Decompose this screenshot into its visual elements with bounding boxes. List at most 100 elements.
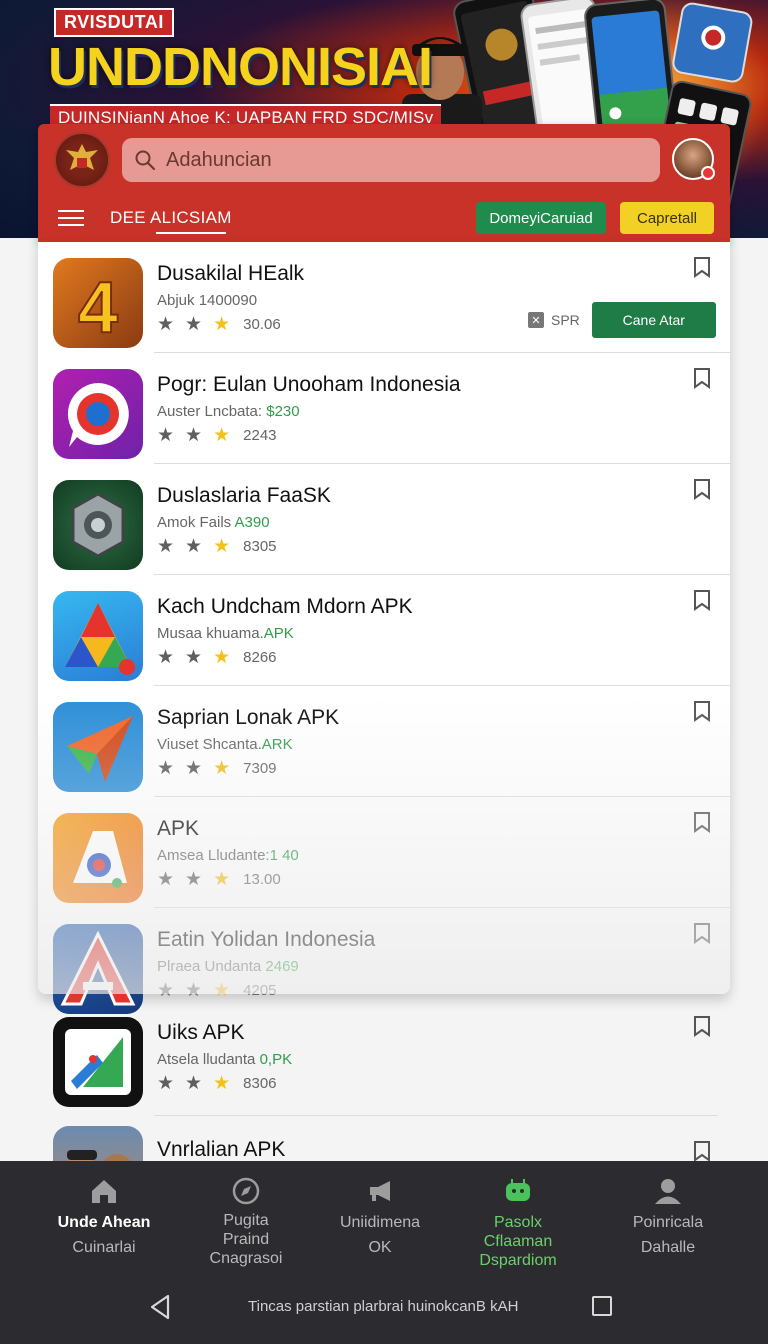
search-bar[interactable]: [122, 138, 660, 182]
app-name[interactable]: Uiks APK: [157, 1021, 245, 1045]
nav-item-profile[interactable]: Poinricala Dahalle: [598, 1161, 738, 1279]
back-triangle-icon[interactable]: [148, 1293, 172, 1321]
rating-value: 4205: [243, 981, 277, 999]
app-subtitle: Atsela lludanta 0,PK: [157, 1051, 293, 1068]
app-icon-triangle: [53, 591, 143, 681]
header-menu-row: DEE ALICSIAM DomeyiCaruiad Capretall: [38, 198, 730, 240]
list-item[interactable]: Uiks APK Atsela lludanta 0,PK ★ ★ ★ 8306: [38, 1001, 730, 1116]
rating-value: 2243: [243, 426, 277, 444]
star-icon: ★: [185, 868, 203, 890]
avatar[interactable]: [672, 138, 715, 180]
star-icon: ★: [157, 757, 175, 779]
star-icon: ★: [213, 1072, 231, 1094]
app-name[interactable]: Duslaslaria FaaSK: [157, 484, 331, 508]
cane-atar-button[interactable]: Cane Atar: [591, 302, 716, 338]
bookmark-icon[interactable]: [692, 1015, 712, 1037]
list-item[interactable]: Kach Undcham Mdorn APK Musaa khuama.APK …: [38, 575, 730, 686]
section-title[interactable]: DEE ALICSIAM: [110, 208, 232, 234]
row-actions: ✕ SPR Cane Atar: [528, 302, 716, 338]
svg-text:4: 4: [78, 268, 118, 348]
star-icon: ★: [185, 757, 203, 779]
app-name[interactable]: Eatin Yolidan Indonesia: [157, 928, 375, 952]
app-name[interactable]: Pogr: Eulan Unooham Indonesia: [157, 373, 461, 397]
star-icon: ★: [213, 868, 231, 890]
rating-value: 13.00: [243, 870, 281, 888]
star-icon: ★: [157, 313, 175, 335]
app-icon-a-bubble: [53, 813, 143, 903]
app-icon-paper-plane: [53, 702, 143, 792]
rating-value: 8305: [243, 537, 277, 555]
star-icon: ★: [185, 979, 203, 1001]
app-icon-green-shape: [53, 1017, 143, 1107]
star-icon: ★: [213, 313, 231, 335]
android-icon: [506, 1179, 530, 1201]
home-icon: [92, 1180, 116, 1203]
app-list: 4 Dusakilal HEalk Abjuk 1400090 ★ ★ ★ 30.06…: [38, 242, 730, 1014]
search-input[interactable]: [166, 148, 626, 172]
hamburger-menu-icon[interactable]: [58, 210, 84, 228]
star-icon: ★: [213, 757, 231, 779]
app-name[interactable]: APK: [157, 817, 199, 841]
app-subtitle: Amok Fails A390: [157, 514, 270, 531]
garuda-logo[interactable]: [54, 132, 110, 188]
app-name[interactable]: Vnrlalian APK: [157, 1138, 285, 1162]
app-header: DEE ALICSIAM DomeyiCaruiad Capretall: [38, 124, 730, 242]
bookmark-icon[interactable]: [692, 811, 712, 833]
star-icon: ★: [157, 535, 175, 557]
star-rating: ★ ★ ★ 13.00: [157, 869, 281, 889]
star-icon: ★: [185, 1072, 203, 1094]
bookmark-icon[interactable]: [692, 700, 712, 722]
app-icon-4: 4: [53, 258, 143, 348]
nav-item-explore[interactable]: Pugita Praind Cnagrasoi: [176, 1161, 316, 1279]
app-subtitle: Abjuk 1400090: [157, 292, 258, 309]
rating-value: 30.06: [243, 315, 281, 333]
app-subtitle: Auster Lncbata: $230: [157, 403, 300, 420]
list-item[interactable]: Saprian Lonak APK Viuset Shcanta.ARK ★ ★ ★…: [38, 686, 730, 797]
search-icon: [135, 150, 156, 171]
bookmark-icon[interactable]: [692, 589, 712, 611]
person-icon: [655, 1179, 681, 1204]
system-navigation-bar: Tincas parstian plarbrai huinokcanB kAH: [0, 1279, 768, 1344]
nav-item-home[interactable]: Unde Ahean Cuinarlai: [34, 1161, 174, 1279]
notification-dot: [701, 166, 715, 180]
list-item[interactable]: 4 Dusakilal HEalk Abjuk 1400090 ★ ★ ★ 30.06…: [38, 242, 730, 353]
app-name[interactable]: Kach Undcham Mdorn APK: [157, 595, 413, 619]
star-icon: ★: [213, 646, 231, 668]
bookmark-icon[interactable]: [692, 367, 712, 389]
rating-value: 8266: [243, 648, 277, 666]
rating-value: 8306: [243, 1074, 277, 1092]
app-subtitle: Plraea Undanta 2469: [157, 958, 299, 975]
nav-item-apps[interactable]: Pasolx Cflaaman Dspardiom: [448, 1161, 588, 1279]
bookmark-icon[interactable]: [692, 256, 712, 278]
star-icon: ★: [157, 868, 175, 890]
system-bar-text: Tincas parstian plarbrai huinokcanB kAH: [248, 1298, 519, 1315]
banner-tag: RVISDUTAI: [54, 8, 174, 37]
bookmark-icon[interactable]: [692, 1140, 712, 1162]
spr-label: ✕ SPR: [528, 312, 580, 328]
close-box-icon: ✕: [528, 312, 544, 328]
megaphone-icon: [370, 1181, 390, 1201]
list-item[interactable]: APK Amsea Lludante:1 40 ★ ★ ★ 13.00: [38, 797, 730, 908]
yellow-header-button[interactable]: Capretall: [620, 202, 714, 234]
bookmark-icon[interactable]: [692, 922, 712, 944]
app-subtitle: Amsea Lludante:1 40: [157, 847, 299, 864]
star-icon: ★: [213, 424, 231, 446]
nav-item-announcements[interactable]: Uniidimena OK: [310, 1161, 450, 1279]
compass-icon: [232, 1177, 260, 1205]
app-name[interactable]: Saprian Lonak APK: [157, 706, 339, 730]
star-icon: ★: [157, 1072, 175, 1094]
green-header-button[interactable]: DomeyiCaruiad: [476, 202, 606, 234]
banner-title: UNDDNONISIAI: [48, 37, 433, 97]
star-icon: ★: [185, 424, 203, 446]
star-icon: ★: [157, 646, 175, 668]
app-name[interactable]: Dusakilal HEalk: [157, 262, 304, 286]
star-rating: ★ ★ ★ 7309: [157, 758, 277, 778]
list-item[interactable]: Duslaslaria FaaSK Amok Fails A390 ★ ★ ★ 830…: [38, 464, 730, 575]
star-icon: ★: [185, 535, 203, 557]
app-icon-chat: [53, 369, 143, 459]
list-item[interactable]: Pogr: Eulan Unooham Indonesia Auster Lnc…: [38, 353, 730, 464]
star-rating: ★ ★ ★ 30.06: [157, 314, 281, 334]
star-icon: ★: [185, 646, 203, 668]
bookmark-icon[interactable]: [692, 478, 712, 500]
recents-square-icon[interactable]: [592, 1296, 612, 1316]
